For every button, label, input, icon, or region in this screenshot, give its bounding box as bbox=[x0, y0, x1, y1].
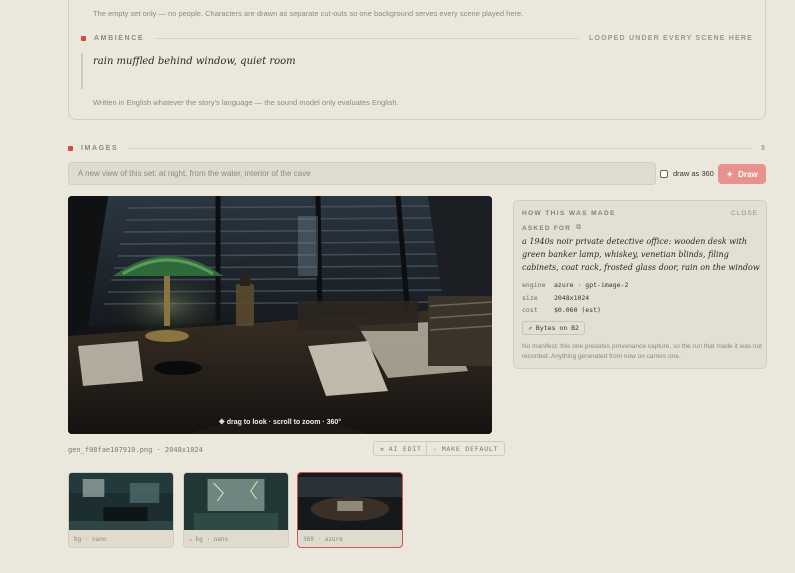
external-link-icon: ↗ bbox=[528, 324, 532, 332]
cost-key: cost bbox=[522, 306, 538, 314]
bytes-on-b2-link[interactable]: ↗ Bytes on B2 bbox=[522, 321, 585, 335]
images-label: IMAGES bbox=[81, 145, 119, 152]
new-view-prompt-input[interactable]: A new view of this set: at night, from t… bbox=[68, 162, 656, 185]
engine-key: engine bbox=[522, 281, 546, 289]
drag-hint-text: drag to look · scroll to zoom · 360° bbox=[226, 419, 342, 426]
images-header: IMAGES 3 bbox=[68, 145, 766, 152]
move-icon: ✥ bbox=[218, 419, 227, 426]
make-default-label: MAKE DEFAULT bbox=[441, 444, 499, 453]
draw-360-label: draw as 360 bbox=[673, 169, 714, 178]
provenance-panel: HOW THIS WAS MADE CLOSE ASKED FOR ⧉ a 19… bbox=[513, 200, 767, 369]
ambience-text[interactable]: rain muffled behind window, quiet room bbox=[93, 56, 296, 67]
size-row: size 2048x1024 bbox=[522, 294, 589, 302]
ambience-note: Written in English whatever the story's … bbox=[93, 98, 399, 107]
ambience-header: AMBIENCE LOOPED UNDER EVERY SCENE HERE bbox=[81, 35, 753, 42]
size-key: size bbox=[522, 294, 538, 302]
quote-bar bbox=[81, 53, 83, 89]
wand-icon: ⚒ bbox=[380, 444, 385, 453]
thumbnail-image bbox=[298, 473, 402, 530]
thumbnail-image bbox=[69, 473, 173, 530]
divider bbox=[154, 38, 580, 39]
sparkle-icon: ✦ bbox=[726, 169, 734, 179]
copy-icon[interactable]: ⧉ bbox=[576, 224, 582, 232]
noir-office-image bbox=[68, 196, 492, 434]
draw-360-checkbox[interactable] bbox=[660, 169, 668, 178]
draw-360-toggle[interactable]: draw as 360 bbox=[660, 169, 714, 178]
star-icon: ☆ bbox=[189, 536, 193, 543]
draw-button[interactable]: ✦ Draw bbox=[718, 164, 766, 184]
make-default-button[interactable]: ☆ MAKE DEFAULT bbox=[426, 441, 506, 456]
images-count: 3 bbox=[760, 145, 766, 152]
cost-row: cost $0.060 (est) bbox=[522, 306, 601, 314]
prompt-placeholder: A new view of this set: at night, from t… bbox=[78, 169, 311, 178]
file-info: gen_f08fae107910.png · 2048x1024 bbox=[68, 446, 203, 454]
thumbnail-caption: 360 · azure bbox=[303, 536, 343, 543]
asked-for-label: ASKED FOR bbox=[522, 224, 572, 232]
panorama-viewer[interactable]: ✥ drag to look · scroll to zoom · 360° bbox=[68, 196, 492, 434]
thumbnail-image bbox=[184, 473, 288, 530]
thumbnail-caption: bg · nano bbox=[74, 536, 107, 543]
thumbnail-caption: ☆ bg · nano bbox=[189, 536, 229, 543]
engine-row: engine azure · gpt-image-2 bbox=[522, 281, 628, 289]
image-thumbnail[interactable]: bg · nano bbox=[68, 472, 174, 548]
image-thumbnail-selected[interactable]: 360 · azure bbox=[297, 472, 403, 548]
star-icon: ☆ bbox=[433, 444, 438, 453]
size-value: 2048x1024 bbox=[554, 294, 590, 302]
provenance-title: HOW THIS WAS MADE bbox=[522, 210, 616, 217]
source-prompt: a 1940s noir private detective office: w… bbox=[522, 237, 760, 272]
close-button[interactable]: CLOSE bbox=[731, 210, 758, 217]
ai-edit-button[interactable]: ⚒ AI EDIT bbox=[373, 441, 429, 456]
drag-hint: ✥ drag to look · scroll to zoom · 360° bbox=[68, 418, 492, 426]
asked-for-header: ASKED FOR ⧉ bbox=[522, 224, 582, 232]
section-marker bbox=[81, 36, 86, 41]
ambience-label: AMBIENCE bbox=[94, 35, 145, 42]
ai-edit-label: AI EDIT bbox=[388, 444, 422, 453]
image-thumbnail[interactable]: ☆ bg · nano bbox=[183, 472, 289, 548]
section-marker bbox=[68, 146, 73, 151]
cost-value: $0.060 (est) bbox=[554, 306, 601, 314]
ambience-loop-note: LOOPED UNDER EVERY SCENE HERE bbox=[589, 35, 753, 42]
set-note: The empty set only — no people. Characte… bbox=[93, 9, 524, 18]
provenance-footnote: No manifest: this one predates provenanc… bbox=[522, 343, 762, 360]
divider bbox=[128, 148, 751, 149]
bytes-label: Bytes on B2 bbox=[535, 324, 579, 332]
draw-label: Draw bbox=[738, 169, 758, 179]
engine-value: azure · gpt-image-2 bbox=[554, 281, 629, 289]
